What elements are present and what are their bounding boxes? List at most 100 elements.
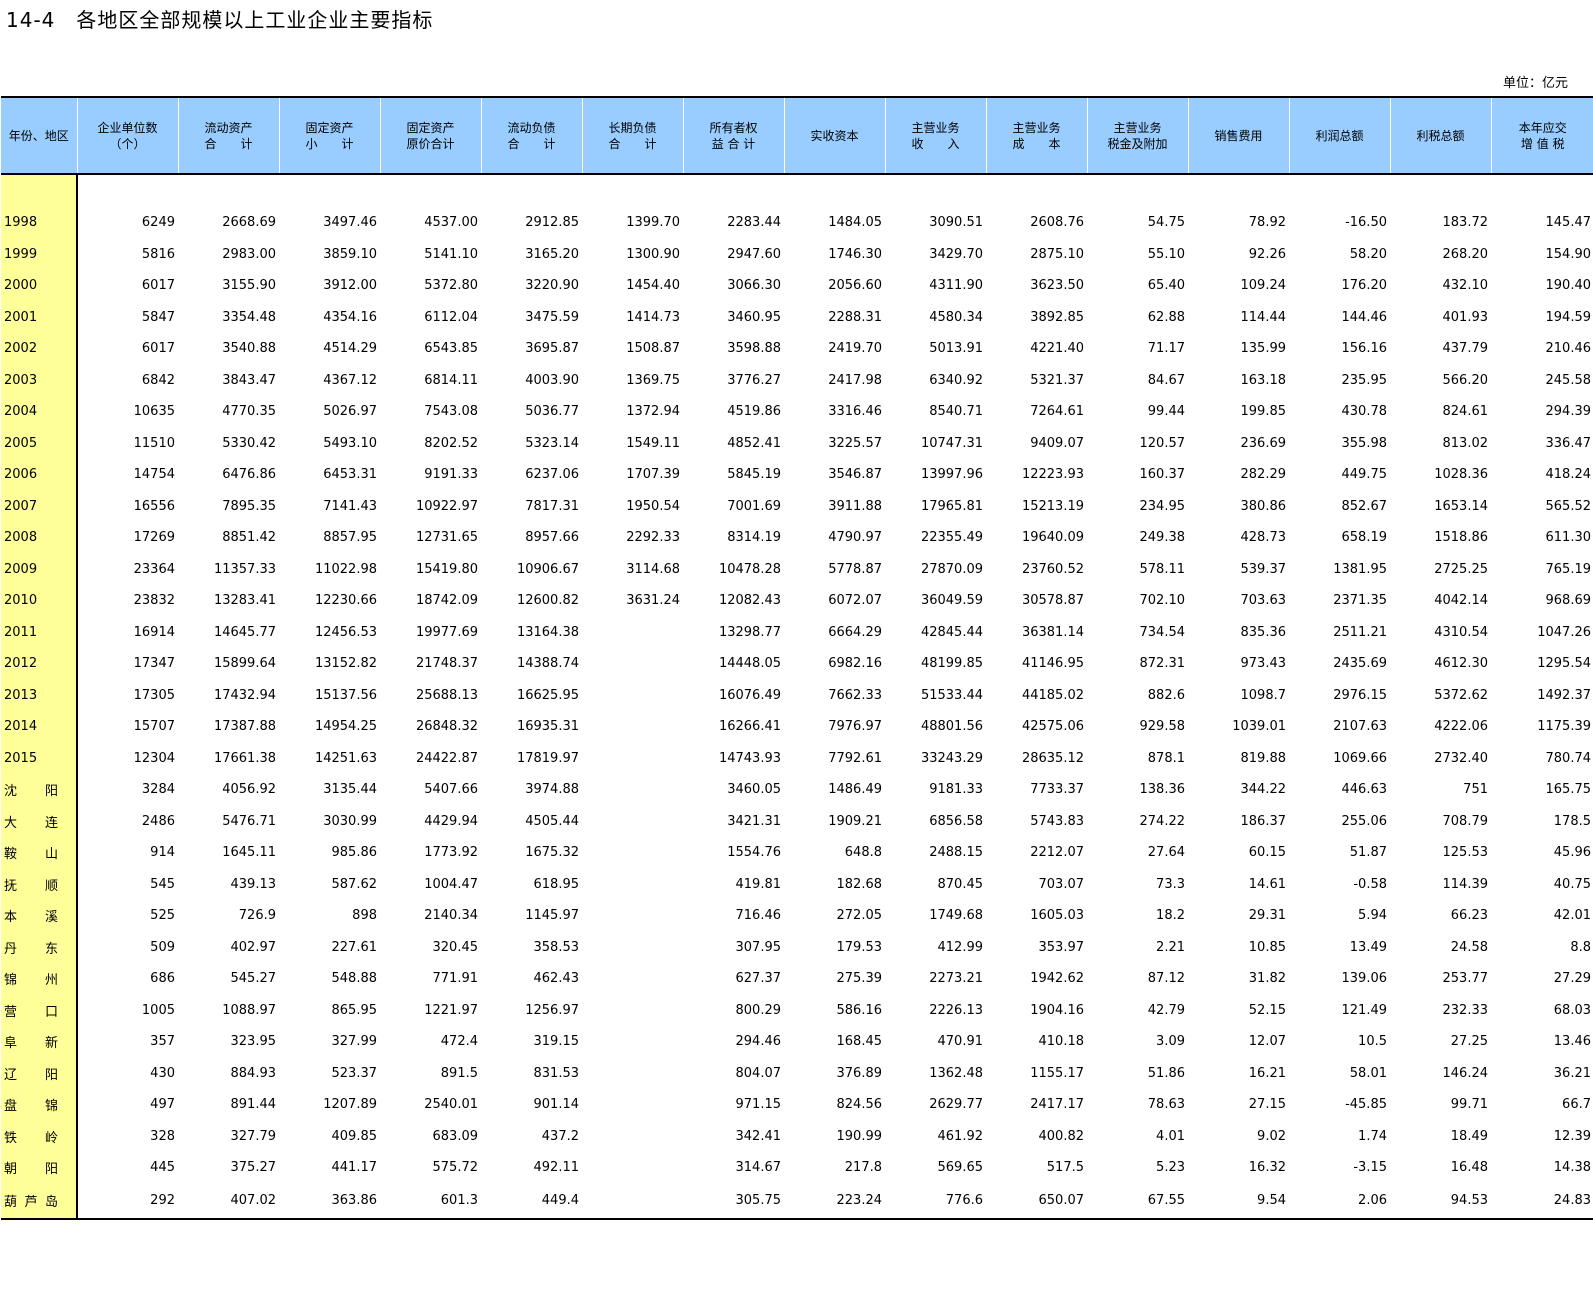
row-label: 盘锦 — [1, 1089, 78, 1121]
table-cell: 3974.88 — [525, 782, 579, 798]
table-cell: 307.95 — [735, 939, 782, 955]
table-cell: 5372.80 — [424, 278, 478, 294]
table-cell: 67.55 — [1087, 1183, 1188, 1220]
table-cell: 27.29 — [1553, 971, 1591, 987]
spacer-cell — [178, 174, 279, 207]
table-cell: 569.65 — [937, 1160, 984, 1176]
table-cell — [582, 1152, 683, 1184]
table-cell: 1950.54 — [626, 498, 680, 514]
table-cell: 492.11 — [533, 1160, 580, 1176]
table-cell: 2283.44 — [727, 215, 781, 231]
table-cell: 14251.63 — [314, 750, 377, 766]
city-name-char: 岛 — [44, 1195, 58, 1210]
table-cell: 545.27 — [230, 971, 277, 987]
table-row: 2009 23364 11357.33 11022.98 15419.80 10906.6… — [1, 553, 1593, 585]
table-cell: 6237.06 — [525, 467, 579, 483]
table-cell: 2107.63 — [1333, 719, 1387, 735]
table-cell: 138.36 — [1139, 782, 1186, 798]
table-cell: 245.58 — [1545, 372, 1592, 388]
table-cell: 419.81 — [735, 876, 782, 892]
table-cell: 4514.29 — [323, 341, 377, 357]
table-cell — [582, 995, 683, 1027]
table-cell: 409.85 — [331, 1128, 378, 1144]
table-cell: 2056.60 — [828, 278, 882, 294]
city-name-char: 阳 — [44, 1067, 58, 1083]
table-cell: 7141.43 — [323, 498, 377, 514]
table-cell: 1039.01 — [1232, 719, 1286, 735]
row-label: 丹东 — [1, 931, 78, 963]
table-cell: 13997.96 — [920, 467, 983, 483]
city-name-char: 阳 — [44, 784, 58, 800]
table-cell: 33243.29 — [920, 750, 983, 766]
city-name-char: 顺 — [44, 878, 58, 894]
table-cell: 3475.59 — [525, 309, 579, 325]
table-cell: 6476.86 — [222, 467, 276, 483]
spacer-cell — [77, 174, 178, 207]
table-cell — [582, 1121, 683, 1153]
table-row: 盘锦 497 891.44 1207.89 2540.01 901.14 971.15 824… — [1, 1089, 1593, 1121]
table-cell: 16556 — [133, 498, 175, 514]
table-cell: 8857.95 — [323, 530, 377, 546]
table-cell — [582, 1089, 683, 1121]
table-cell: 176.20 — [1341, 278, 1388, 294]
table-cell: 430 — [150, 1065, 175, 1081]
table-cell: 12082.43 — [718, 593, 781, 609]
city-name: 沈阳 — [4, 780, 58, 799]
table-cell: 3.09 — [1156, 1034, 1185, 1050]
table-cell — [582, 900, 683, 932]
unit-label: 单位：亿元 — [1502, 76, 1568, 91]
table-cell: -45.85 — [1345, 1097, 1387, 1113]
table-cell: 328 — [150, 1128, 175, 1144]
table-cell: 4367.12 — [323, 372, 377, 388]
table-row: 2000 6017 3155.90 3912.00 5372.80 3220.90 1454… — [1, 270, 1593, 302]
table-row: 2007 16556 7895.35 7141.43 10922.97 7817.31 19… — [1, 490, 1593, 522]
table-cell: 1005 — [141, 1002, 175, 1018]
table-cell: -16.50 — [1345, 215, 1387, 231]
table-cell: 27.25 — [1450, 1034, 1488, 1050]
table-cell: 1554.76 — [727, 845, 781, 861]
table-cell: 914 — [150, 845, 175, 861]
table-cell: 163.18 — [1240, 372, 1287, 388]
table-cell: 703.63 — [1240, 593, 1287, 609]
table-cell: 8851.42 — [222, 530, 276, 546]
table-cell — [582, 1026, 683, 1058]
table-cell: 17347 — [133, 656, 175, 672]
table-cell: 702.10 — [1139, 593, 1186, 609]
city-name: 盘锦 — [4, 1095, 58, 1114]
table-cell: 824.61 — [1442, 404, 1489, 420]
table-cell: 3354.48 — [222, 309, 276, 325]
table-cell: 449.4 — [481, 1183, 582, 1220]
city-name-char: 岭 — [44, 1130, 58, 1146]
table-cell: 15899.64 — [213, 656, 276, 672]
table-cell: 3695.87 — [525, 341, 579, 357]
table-cell: 23760.52 — [1021, 561, 1084, 577]
table-cell — [582, 648, 683, 680]
table-cell: 439.13 — [230, 876, 277, 892]
table-cell: 1707.39 — [626, 467, 680, 483]
table-cell: 8957.66 — [525, 530, 579, 546]
table-cell: 11510 — [133, 435, 175, 451]
row-label: 2005 — [1, 427, 78, 459]
table-cell: 41146.95 — [1021, 656, 1084, 672]
table-cell: 17432.94 — [213, 687, 276, 703]
table-cell: 461.92 — [937, 1128, 984, 1144]
table-cell: 2419.70 — [828, 341, 882, 357]
table-cell: 437.79 — [1442, 341, 1489, 357]
table-row: 抚顺 545 439.13 587.62 1004.47 618.95 419.81 182.… — [1, 868, 1593, 900]
table-cell: 5372.62 — [1434, 687, 1488, 703]
table-cell: 4505.44 — [525, 813, 579, 829]
table-cell: 9.02 — [1257, 1128, 1286, 1144]
table-cell: 190.99 — [836, 1128, 883, 1144]
table-cell: 6453.31 — [323, 467, 377, 483]
row-label: 2014 — [1, 711, 78, 743]
city-name-char: 口 — [44, 1004, 58, 1020]
table-cell: 901.14 — [533, 1097, 580, 1113]
table-cell: 971.15 — [735, 1097, 782, 1113]
table-cell: 4056.92 — [222, 782, 276, 798]
table-row: 铁岭 328 327.79 409.85 683.09 437.2 342.41 190.99… — [1, 1120, 1593, 1153]
spacer-cell — [1390, 174, 1491, 207]
city-name-char: 大 — [4, 815, 18, 831]
table-cell: 575.72 — [432, 1160, 479, 1176]
city-name-char: 葫 — [4, 1195, 18, 1210]
table-cell: 16.48 — [1450, 1160, 1488, 1176]
